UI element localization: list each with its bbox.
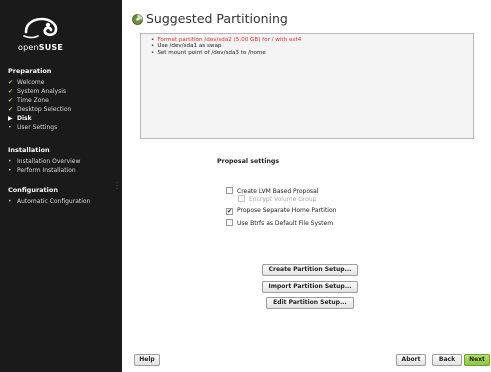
edit-partition-setup-button[interactable]: Edit Partition Setup... (266, 297, 354, 309)
step-perform-installation: • Perform Installation (8, 167, 76, 174)
checkbox-box[interactable] (226, 219, 233, 226)
checkbox-label: Propose Separate Home Partition (237, 207, 337, 214)
checkbox-box[interactable] (226, 187, 233, 194)
partition-summary-box: Format partition /dev/sda2 (5.00 GB) for… (140, 33, 474, 139)
sidebar-resize-grip-icon[interactable]: · · · (116, 181, 118, 193)
section-title-configuration: Configuration (8, 186, 58, 194)
step-desktop-selection: ✔ Desktop Selection (8, 106, 72, 113)
step-user-settings: • User Settings (8, 124, 58, 131)
separate-home-partition-checkbox[interactable]: ✔ Propose Separate Home Partition (226, 207, 336, 215)
check-icon: ✔ (8, 79, 14, 86)
encrypt-volume-group-checkbox: Encrypt Volume Group (238, 195, 316, 203)
step-automatic-configuration: • Automatic Configuration (8, 198, 91, 205)
help-button[interactable]: Help (134, 354, 160, 366)
bullet-icon: • (8, 158, 12, 165)
back-button[interactable]: Back (432, 354, 462, 366)
checkbox-label: Use Btrfs as Default File System (237, 220, 334, 227)
page-title: Suggested Partitioning (146, 11, 288, 26)
step-installation-overview: • Installation Overview (8, 158, 81, 165)
import-partition-setup-button[interactable]: Import Partition Setup... (262, 281, 358, 293)
section-title-installation: Installation (8, 146, 50, 154)
next-button[interactable]: Next (464, 354, 490, 366)
bullet-icon: • (8, 198, 12, 205)
step-welcome: ✔ Welcome (8, 79, 45, 86)
checkbox-box (238, 195, 245, 202)
disk-partition-icon (132, 14, 143, 25)
check-icon: ✔ (8, 106, 14, 113)
checkbox-box[interactable]: ✔ (226, 208, 233, 215)
main-panel: Suggested Partitioning Format partition … (122, 0, 491, 372)
checkbox-label: Encrypt Volume Group (249, 196, 317, 203)
create-partition-setup-button[interactable]: Create Partition Setup... (262, 264, 358, 276)
checkbox-label: Create LVM Based Proposal (237, 188, 319, 195)
chameleon-icon (23, 17, 58, 39)
step-time-zone: ✔ Time Zone (8, 97, 49, 104)
opensuse-logo: openSUSE (16, 12, 76, 56)
check-icon: ✔ (8, 97, 14, 104)
sidebar: openSUSE Preparation ✔ Welcome ✔ System An… (0, 0, 122, 372)
btrfs-default-checkbox[interactable]: Use Btrfs as Default File System (226, 219, 333, 227)
bullet-icon: • (8, 124, 12, 131)
summary-item: Set mount point of /dev/sda3 to /home (151, 50, 473, 56)
proposal-settings-heading: Proposal settings (217, 158, 280, 165)
current-step-arrow-icon: ▶ (8, 115, 13, 122)
section-title-preparation: Preparation (8, 67, 52, 75)
lvm-proposal-checkbox[interactable]: Create LVM Based Proposal (226, 187, 319, 195)
bullet-icon: • (8, 167, 12, 174)
step-disk: ▶ Disk (8, 115, 32, 122)
step-system-analysis: ✔ System Analysis (8, 88, 67, 95)
brand-wordmark: openSUSE (18, 43, 64, 52)
check-icon: ✔ (8, 88, 14, 95)
abort-button[interactable]: Abort (396, 354, 426, 366)
